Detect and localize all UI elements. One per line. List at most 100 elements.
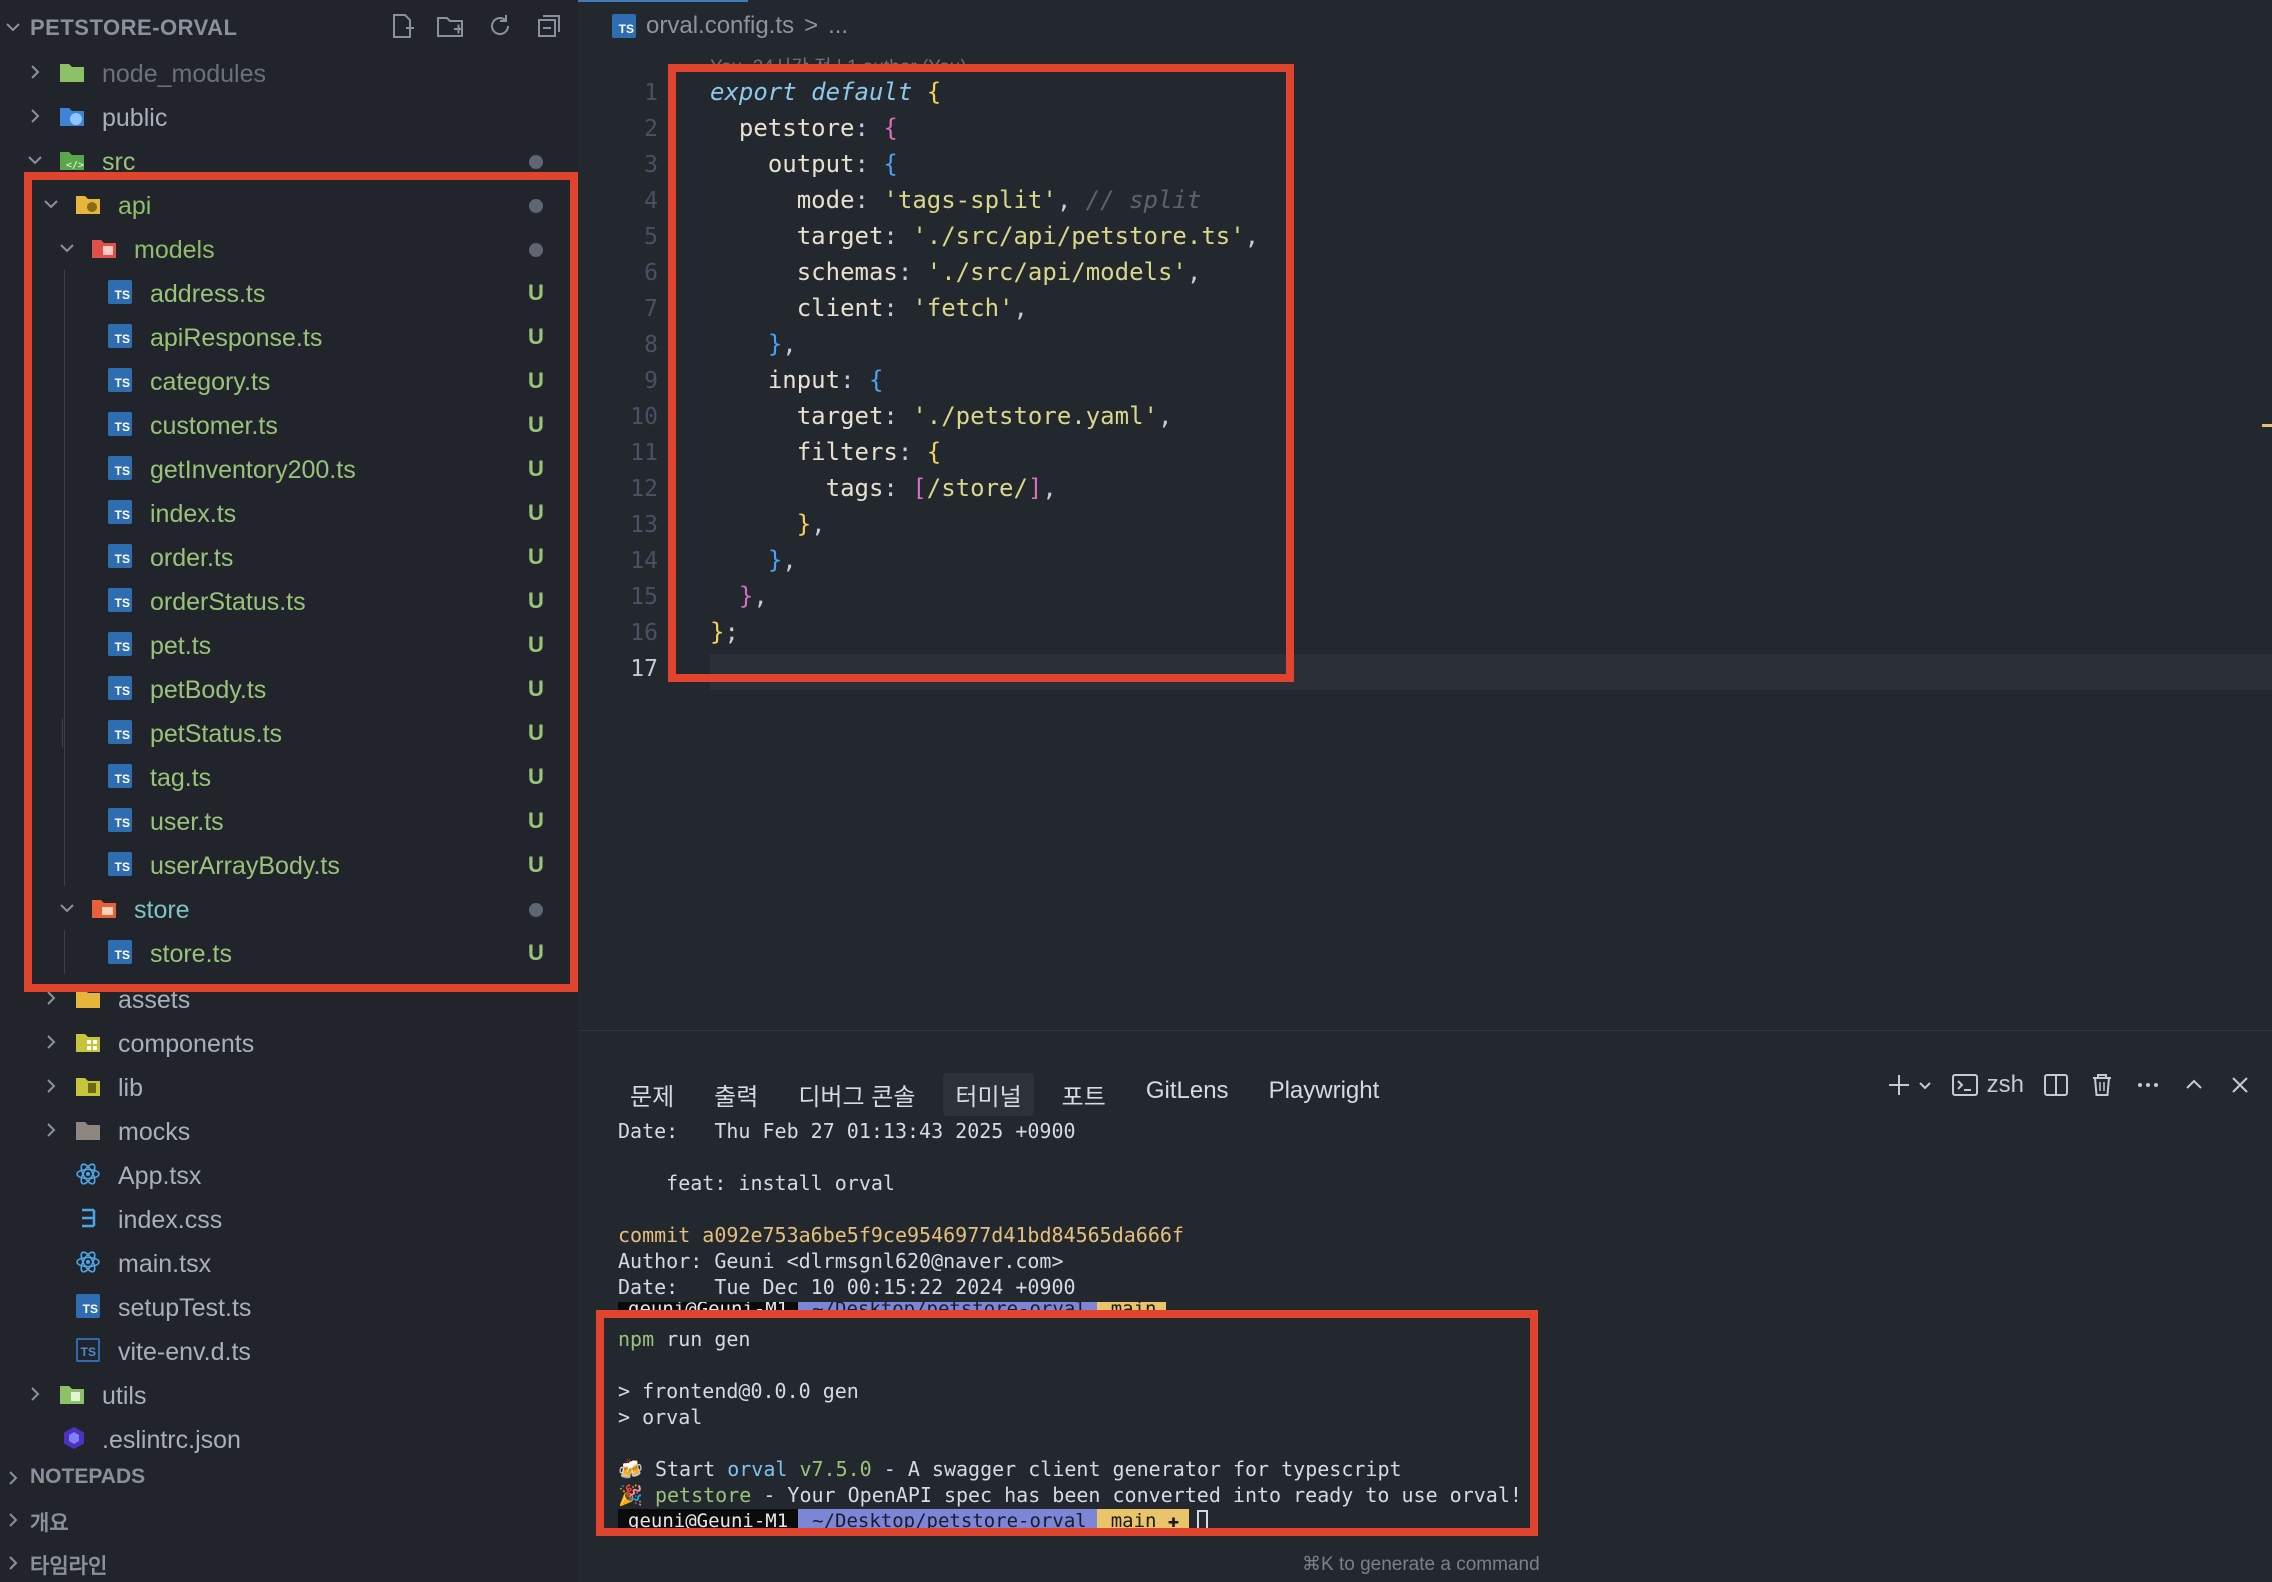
tree-item-assets[interactable]: assets bbox=[0, 976, 578, 1020]
tree-item-model-file[interactable]: TS userArrayBody.ts U bbox=[0, 842, 578, 886]
maximize-panel-icon[interactable] bbox=[2180, 1071, 2208, 1099]
tab-terminal[interactable]: 터미널 bbox=[943, 1073, 1034, 1116]
tree-item-model-file[interactable]: TS index.ts U bbox=[0, 490, 578, 534]
tree-item-components[interactable]: components bbox=[0, 1020, 578, 1064]
terminal-hint: ⌘K to generate a command bbox=[1302, 1554, 1540, 1575]
tree-item-model-file[interactable]: TS getInventory200.ts U bbox=[0, 446, 578, 490]
refresh-icon[interactable] bbox=[484, 10, 516, 42]
code-line[interactable]: client: 'fetch', bbox=[710, 294, 1028, 322]
tab-playwright[interactable]: Playwright bbox=[1257, 1073, 1392, 1116]
typescript-icon: TS bbox=[108, 456, 132, 480]
tree-item-main-tsx[interactable]: main.tsx bbox=[0, 1240, 578, 1284]
terminal-cursor bbox=[1197, 1510, 1209, 1532]
line-number: 4 bbox=[644, 188, 658, 214]
shell-name[interactable]: zsh bbox=[1987, 1071, 2024, 1099]
git-status-untracked: U bbox=[528, 764, 544, 789]
tree-item-vite-env[interactable]: TS vite-env.d.ts bbox=[0, 1328, 578, 1372]
breadcrumb-more[interactable]: ... bbox=[828, 12, 848, 40]
tree-item-model-file[interactable]: TS customer.ts U bbox=[0, 402, 578, 446]
tree-item-src[interactable]: </> src bbox=[0, 138, 578, 182]
code-line[interactable]: }, bbox=[710, 546, 797, 574]
tree-item-utils[interactable]: utils bbox=[0, 1372, 578, 1416]
terminal-line: npm run gen bbox=[618, 1327, 750, 1351]
code-line[interactable]: tags: [/store/], bbox=[710, 474, 1057, 502]
tree-item-model-file[interactable]: TS tag.ts U bbox=[0, 754, 578, 798]
tree-item-mocks[interactable]: mocks bbox=[0, 1108, 578, 1152]
tree-item-api[interactable]: api bbox=[0, 182, 578, 226]
code-editor[interactable]: TS orval.config.ts > ... You, 24시간 전 | 1… bbox=[578, 0, 2272, 1030]
typescript-icon: TS bbox=[108, 676, 132, 700]
folder-store-icon bbox=[92, 900, 116, 918]
tree-item-model-file[interactable]: TS user.ts U bbox=[0, 798, 578, 842]
new-folder-icon[interactable] bbox=[435, 10, 467, 42]
split-terminal-icon[interactable] bbox=[2042, 1071, 2070, 1099]
line-number: 13 bbox=[630, 512, 658, 538]
chevron-down-icon[interactable] bbox=[1917, 1077, 1933, 1093]
tree-item-model-file[interactable]: TS order.ts U bbox=[0, 534, 578, 578]
code-line[interactable]: petstore: { bbox=[710, 114, 898, 142]
terminal-line: > orval bbox=[618, 1405, 703, 1429]
folder-src-icon: </> bbox=[60, 152, 84, 171]
file-name: userArrayBody.ts bbox=[150, 852, 340, 880]
code-line[interactable]: input: { bbox=[710, 366, 884, 394]
file-name: assets bbox=[118, 986, 191, 1014]
svg-text:</>: </> bbox=[66, 160, 84, 171]
tab-problems[interactable]: 문제 bbox=[618, 1073, 686, 1116]
code-line[interactable]: schemas: './src/api/models', bbox=[710, 258, 1202, 286]
explorer-header[interactable]: PETSTORE-ORVAL bbox=[0, 0, 578, 54]
file-name: main.tsx bbox=[118, 1250, 212, 1278]
line-number: 16 bbox=[630, 620, 658, 646]
tree-item-public[interactable]: public bbox=[0, 94, 578, 138]
tree-item-eslintrc[interactable]: .eslintrc.json bbox=[0, 1416, 578, 1460]
tree-item-model-file[interactable]: TS orderStatus.ts U bbox=[0, 578, 578, 622]
code-line[interactable]: }; bbox=[710, 618, 739, 646]
terminal-prompt[interactable]: geuni@Geuni-M1 ~/Desktop/petstore-orval ma… bbox=[618, 1509, 1209, 1533]
new-file-icon[interactable] bbox=[386, 10, 418, 42]
tree-item-lib[interactable]: lib bbox=[0, 1064, 578, 1108]
code-line[interactable]: filters: { bbox=[710, 438, 942, 466]
text: - Your OpenAPI spec has been converted i… bbox=[751, 1483, 1522, 1507]
codelens-blame[interactable]: You, 24시간 전 | 1 author (You) bbox=[710, 52, 967, 66]
typescript-icon: TS bbox=[108, 588, 132, 612]
tree-item-store-ts[interactable]: TS store.ts U bbox=[0, 930, 578, 974]
collapse-all-icon[interactable] bbox=[533, 10, 565, 42]
chevron-down-icon[interactable] bbox=[4, 18, 22, 36]
tab-ports[interactable]: 포트 bbox=[1050, 1073, 1118, 1116]
close-panel-icon[interactable] bbox=[2226, 1071, 2254, 1099]
trash-icon[interactable] bbox=[2088, 1071, 2116, 1099]
tree-item-index-css[interactable]: index.css bbox=[0, 1196, 578, 1240]
tree-item-setuptest-ts[interactable]: TS setupTest.ts bbox=[0, 1284, 578, 1328]
tree-item-model-file[interactable]: TS address.ts U bbox=[0, 270, 578, 314]
more-actions-icon[interactable] bbox=[2134, 1071, 2162, 1099]
code-line[interactable]: target: './petstore.yaml', bbox=[710, 402, 1173, 430]
terminal-icon[interactable] bbox=[1951, 1071, 1979, 1099]
file-name: address.ts bbox=[150, 280, 266, 308]
tree-item-model-file[interactable]: TS category.ts U bbox=[0, 358, 578, 402]
tree-item-store[interactable]: store bbox=[0, 886, 578, 930]
code-line[interactable]: output: { bbox=[710, 150, 898, 178]
tree-item-model-file[interactable]: TS petBody.ts U bbox=[0, 666, 578, 710]
tree-item-model-file[interactable]: TS pet.ts U bbox=[0, 622, 578, 666]
tab-output[interactable]: 출력 bbox=[702, 1073, 770, 1116]
tree-item-model-file[interactable]: TS petStatus.ts U bbox=[0, 710, 578, 754]
file-name: App.tsx bbox=[118, 1162, 202, 1190]
cmd-args: run gen bbox=[654, 1327, 751, 1351]
terminal-line: Date: Tue Dec 10 00:15:22 2024 +0900 bbox=[618, 1275, 1076, 1299]
code-line[interactable]: }, bbox=[710, 582, 768, 610]
tree-item-app-tsx[interactable]: App.tsx bbox=[0, 1152, 578, 1196]
code-line[interactable]: }, bbox=[710, 330, 797, 358]
line-number: 10 bbox=[630, 404, 658, 430]
typescript-icon: TS bbox=[108, 808, 132, 832]
tree-item-models[interactable]: models bbox=[0, 226, 578, 270]
code-line[interactable]: export default { bbox=[710, 78, 941, 106]
code-line[interactable]: target: './src/api/petstore.ts', bbox=[710, 222, 1259, 250]
tab-gitlens[interactable]: GitLens bbox=[1134, 1073, 1241, 1116]
breadcrumb-file[interactable]: orval.config.ts bbox=[646, 12, 794, 40]
tab-debug-console[interactable]: 디버그 콘솔 bbox=[786, 1073, 927, 1116]
tree-item-node-modules[interactable]: node_modules bbox=[0, 50, 578, 94]
code-line[interactable]: }, bbox=[710, 510, 826, 538]
tree-item-model-file[interactable]: TS apiResponse.ts U bbox=[0, 314, 578, 358]
breadcrumb-separator: > bbox=[804, 12, 819, 39]
code-line[interactable]: mode: 'tags-split', // split bbox=[710, 186, 1202, 214]
new-terminal-icon[interactable] bbox=[1885, 1071, 1913, 1099]
